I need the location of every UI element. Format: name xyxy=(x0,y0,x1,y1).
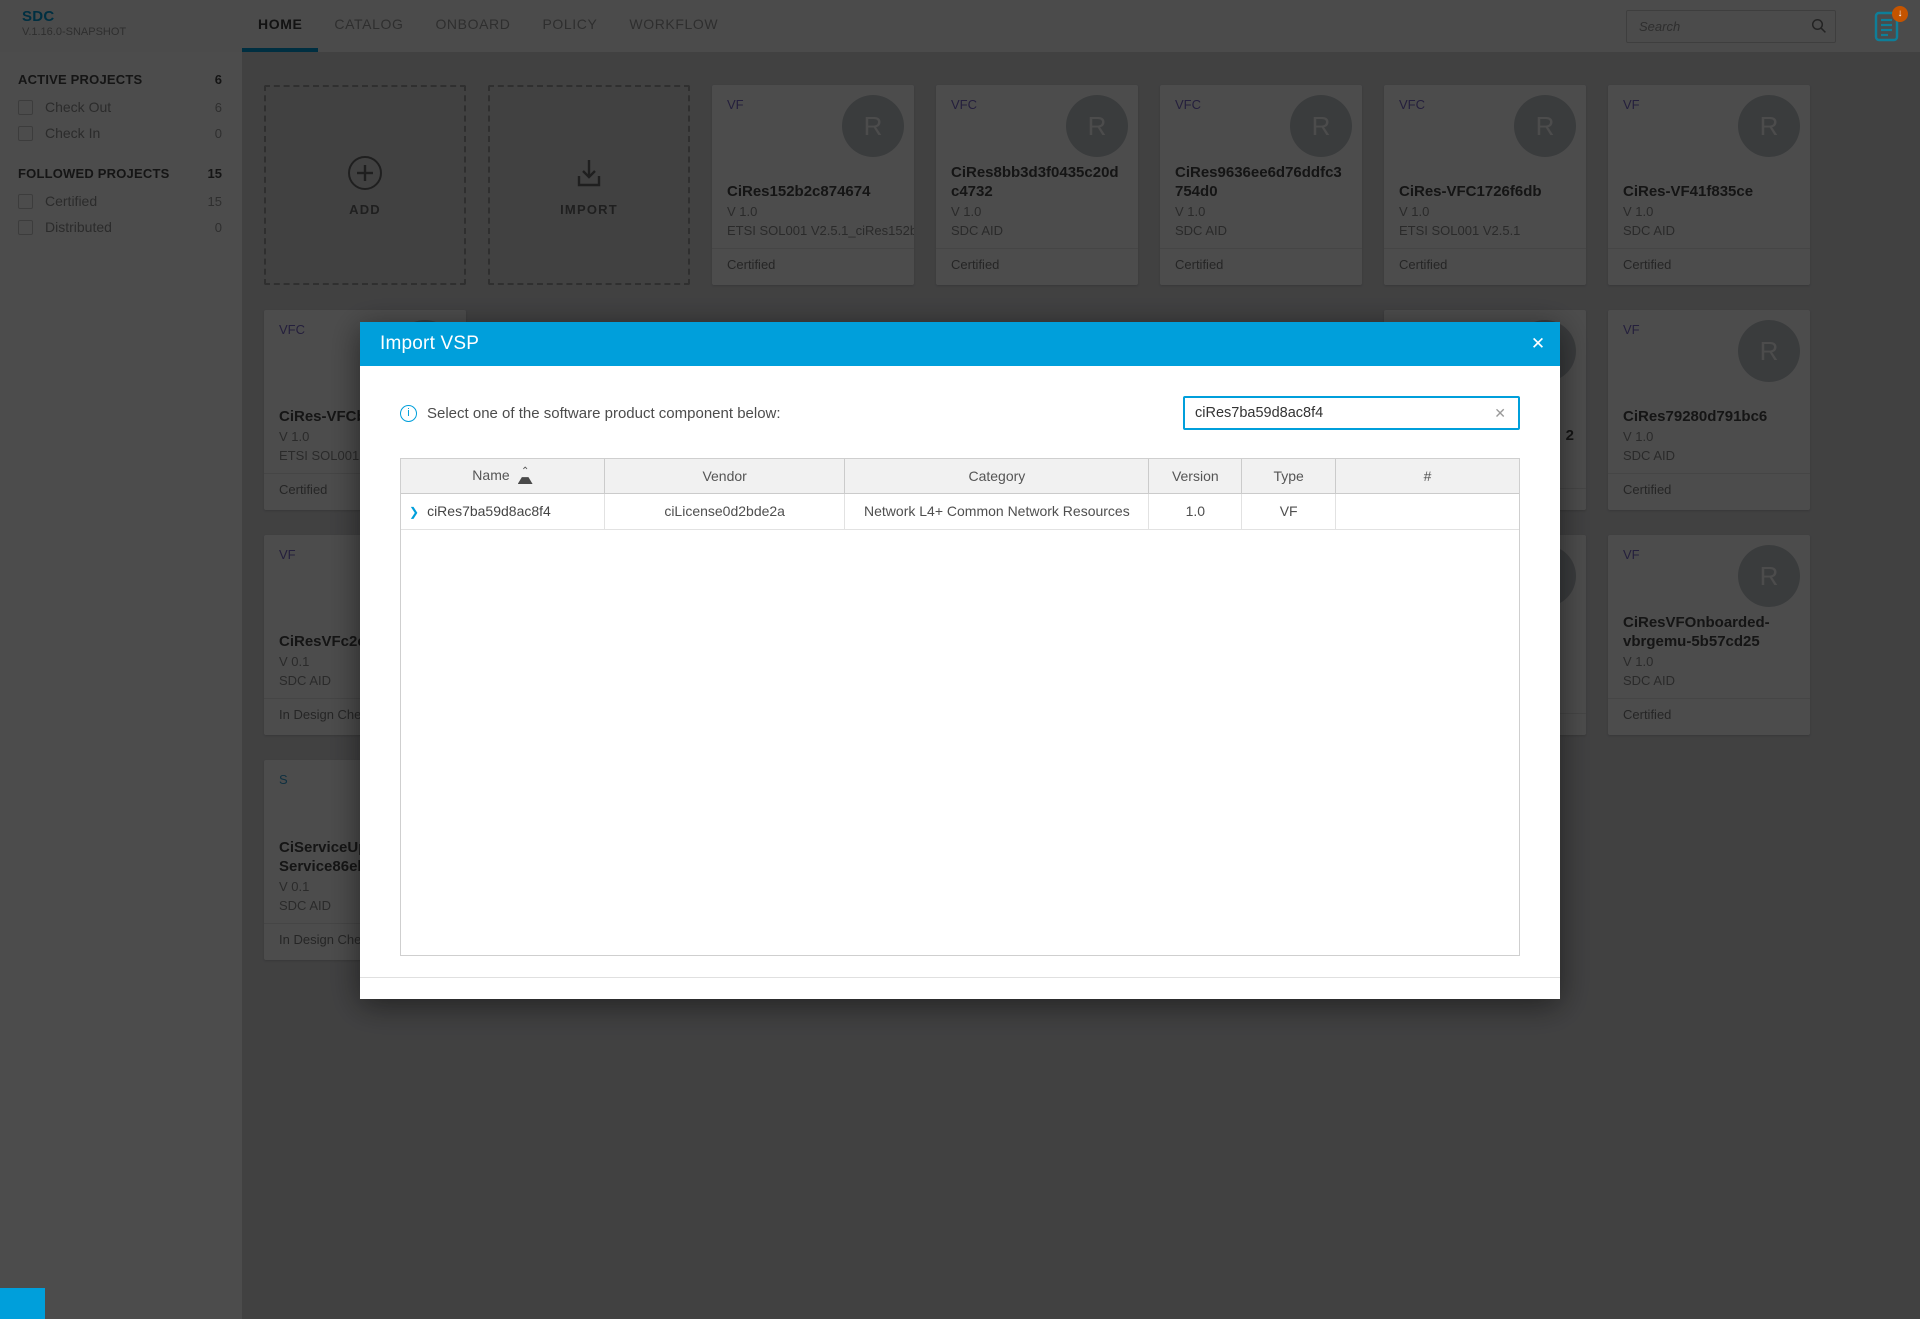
vsp-table: Name⌃ Vendor Category Version Type # ❯ ci… xyxy=(400,458,1520,956)
column-header-vendor[interactable]: Vendor xyxy=(604,459,844,493)
feedback-button[interactable] xyxy=(0,1288,45,1319)
column-header-type[interactable]: Type xyxy=(1242,459,1336,493)
modal-footer xyxy=(360,977,1560,999)
row-vendor: ciLicense0d2bde2a xyxy=(604,493,844,529)
row-type: VF xyxy=(1242,493,1336,529)
table-row[interactable]: ❯ ciRes7ba59d8ac8f4 ciLicense0d2bde2a Net… xyxy=(401,493,1519,529)
notifications-icon[interactable]: ↓ xyxy=(1874,10,1906,44)
modal-instruction: Select one of the software product compo… xyxy=(427,405,781,422)
modal-title: Import VSP xyxy=(360,333,479,355)
column-header-category[interactable]: Category xyxy=(845,459,1149,493)
column-header-version[interactable]: Version xyxy=(1149,459,1242,493)
column-header-hash[interactable]: # xyxy=(1336,459,1519,493)
table-header-row: Name⌃ Vendor Category Version Type # xyxy=(401,459,1519,493)
import-vsp-modal: Import VSP ✕ i Select one of the softwar… xyxy=(360,322,1560,999)
vsp-filter-input[interactable] xyxy=(1195,405,1490,421)
row-version: 1.0 xyxy=(1149,493,1242,529)
modal-body: i Select one of the software product com… xyxy=(360,366,1560,956)
row-name: ciRes7ba59d8ac8f4 xyxy=(427,503,551,519)
info-icon: i xyxy=(400,405,417,422)
clear-icon[interactable]: ✕ xyxy=(1490,403,1510,424)
vsp-filter-field: ✕ xyxy=(1183,396,1520,430)
row-hash xyxy=(1336,493,1519,529)
close-icon[interactable]: ✕ xyxy=(1516,322,1560,366)
row-category: Network L4+ Common Network Resources xyxy=(845,493,1149,529)
download-badge-icon: ↓ xyxy=(1892,6,1908,22)
modal-header: Import VSP ✕ xyxy=(360,322,1560,366)
column-header-name[interactable]: Name⌃ xyxy=(401,459,604,493)
sort-ascending-icon: ⌃ xyxy=(518,469,533,484)
expand-chevron-icon[interactable]: ❯ xyxy=(409,505,419,519)
